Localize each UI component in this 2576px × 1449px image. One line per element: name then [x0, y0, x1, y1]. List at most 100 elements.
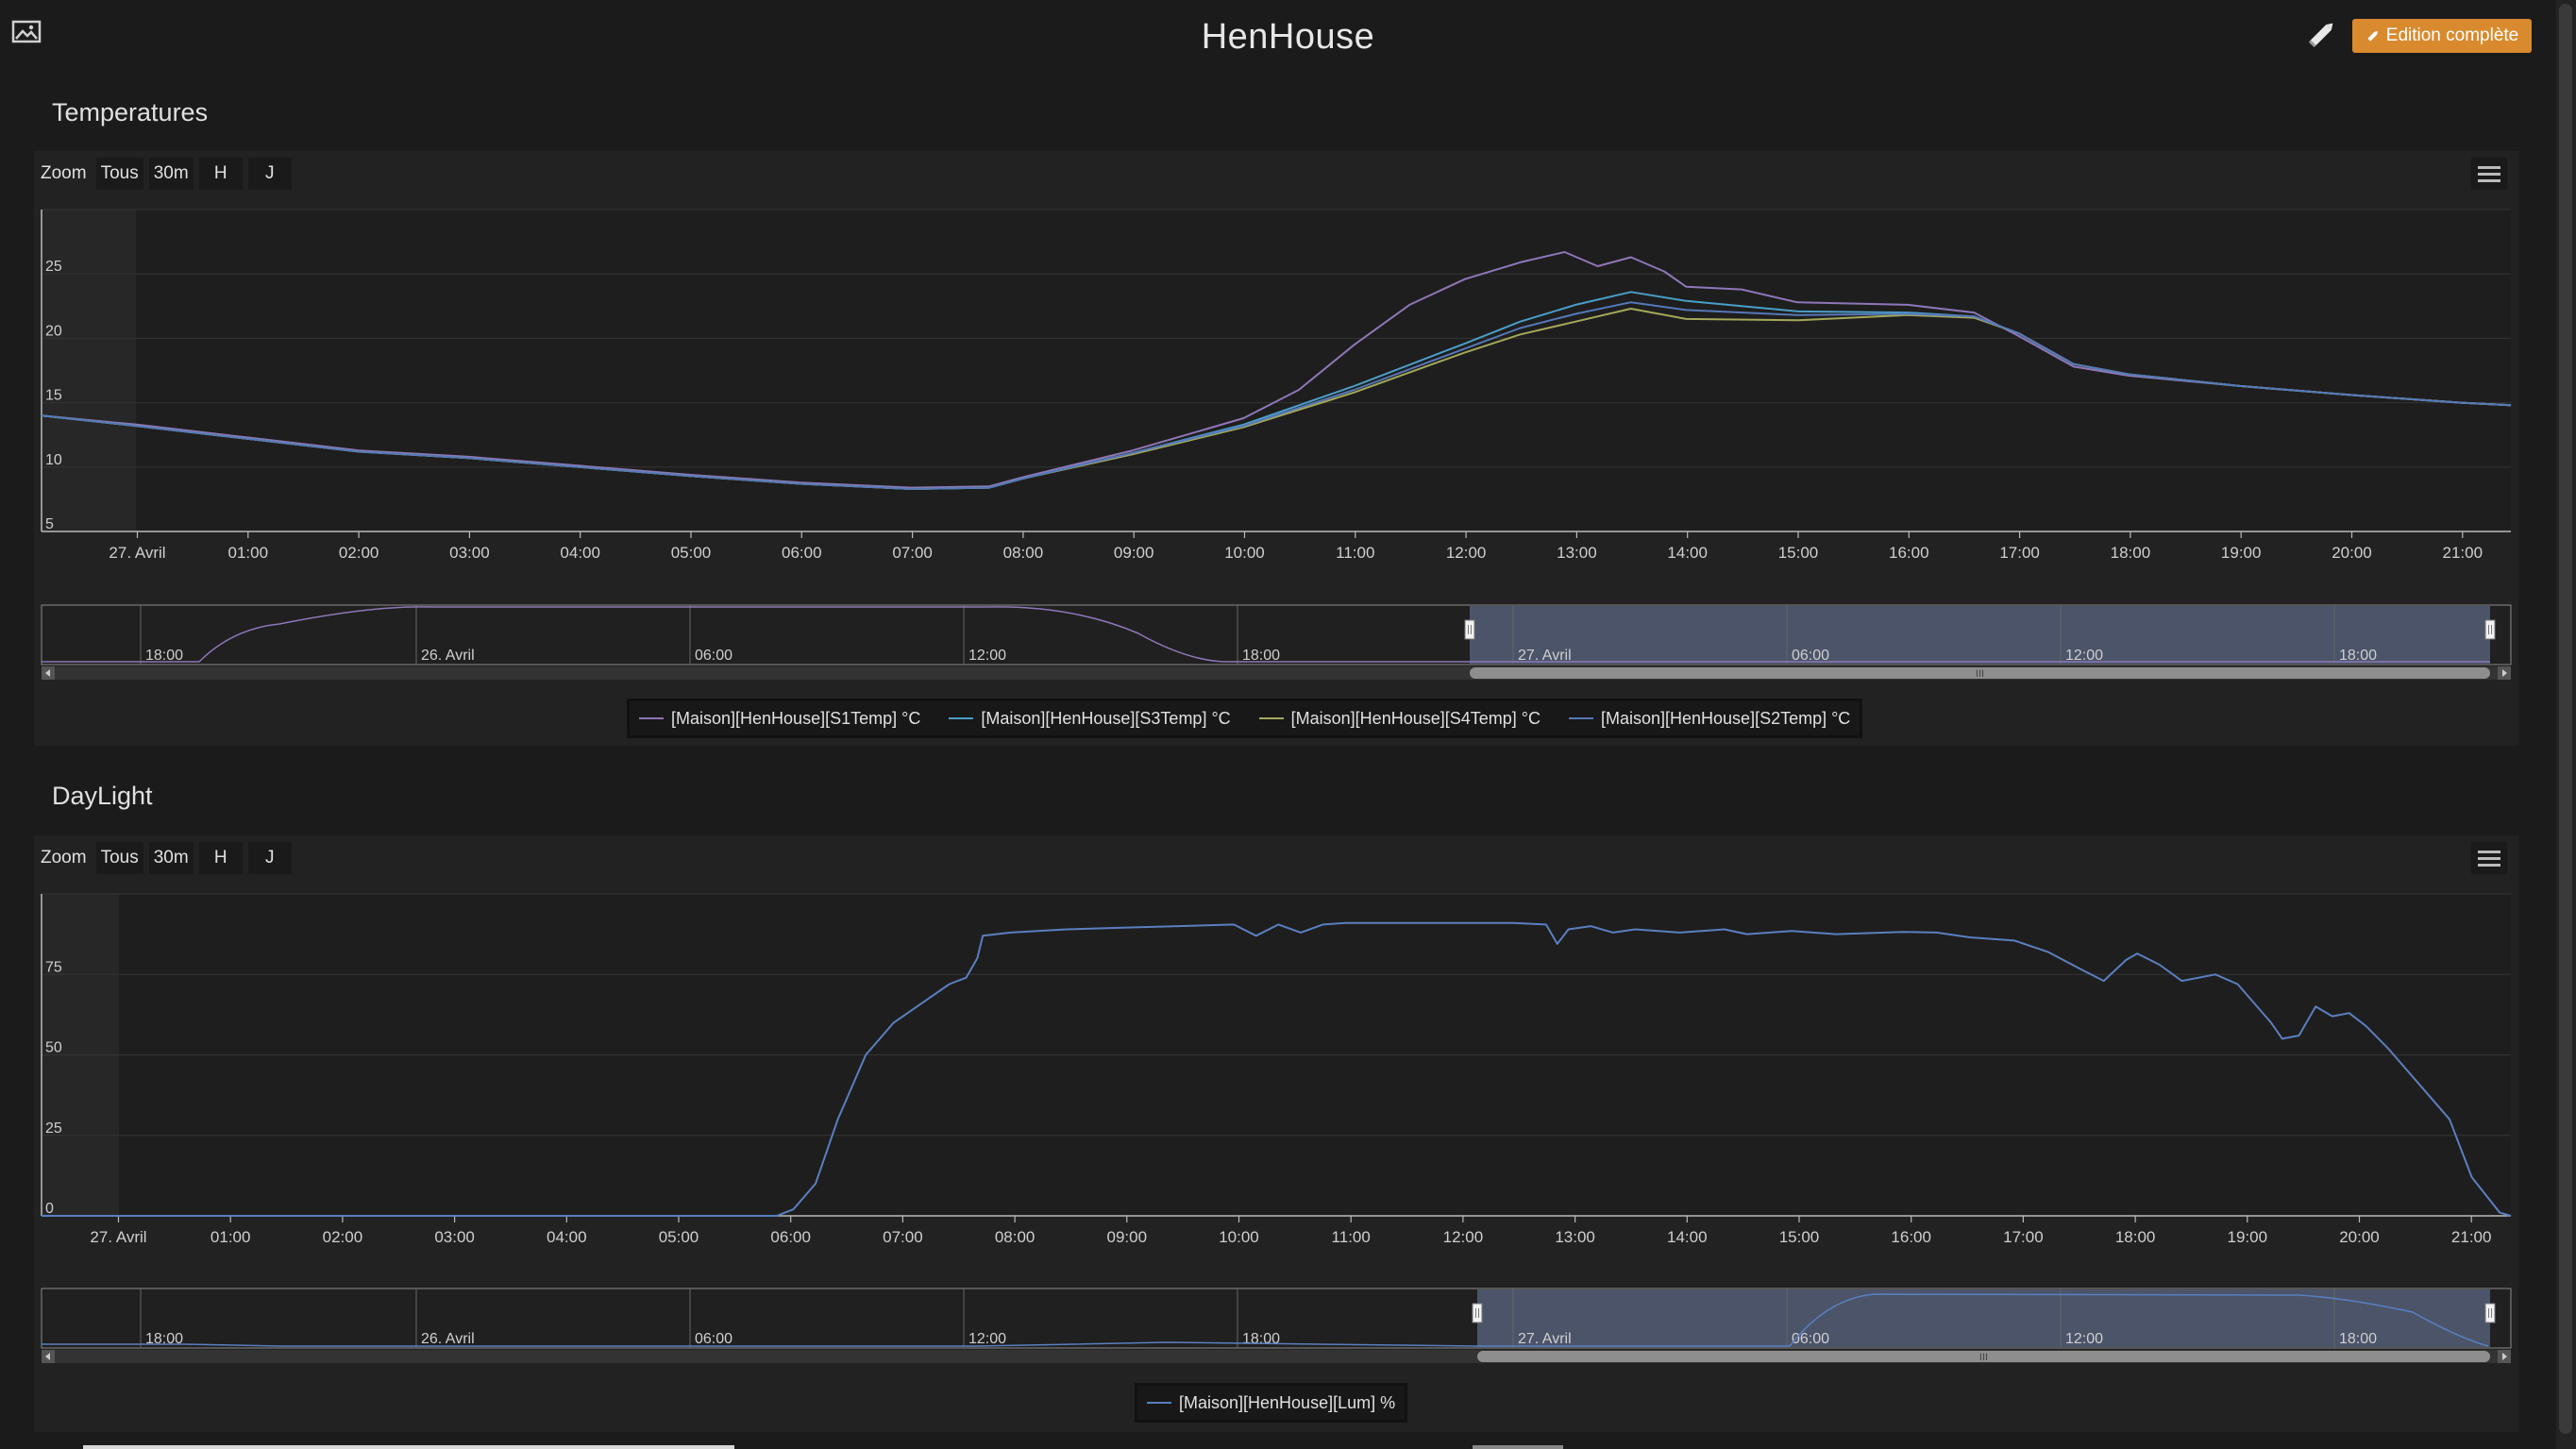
x-tick-label: 06:00 [782, 544, 822, 562]
x-tick-label: 04:00 [560, 544, 600, 562]
navigator-tick-label: 12:00 [968, 1331, 1006, 1347]
navigator-selection[interactable] [1470, 606, 2490, 664]
x-tick-label: 08:00 [995, 1228, 1035, 1246]
temperatures-chart: 5 10 15 20 25 27. Avril 01:00 02:00 03:00 04:00 05… [41, 209, 2512, 680]
x-tick-label: 13:00 [1555, 1228, 1595, 1246]
x-tick-label: 18:00 [2111, 544, 2151, 562]
legend-swatch [949, 717, 974, 719]
x-tick-label: 12:00 [1446, 544, 1487, 562]
navigator-tick-label: 12:00 [968, 648, 1006, 664]
navigator-tick-label: 06:00 [1792, 1331, 1829, 1347]
x-tick-label: 02:00 [339, 544, 379, 562]
navigator-handle[interactable] [1464, 619, 1475, 640]
pencil-icon [2367, 31, 2378, 42]
x-tick-label: 09:00 [1114, 544, 1154, 562]
legend-item[interactable]: [Maison][HenHouse][S4Temp] °C [1258, 708, 1541, 729]
x-tick-label: 01:00 [228, 544, 269, 562]
daylight-chart: 0 25 50 75 27. Avril 01:00 02:00 03:00 04:00 05:0… [41, 893, 2512, 1363]
y-tick-label: 75 [45, 959, 62, 975]
legend-label: [Maison][HenHouse][S2Temp] °C [1600, 708, 1851, 728]
page-scrollbar-thumb[interactable] [2559, 4, 2572, 1434]
legend-item[interactable]: [Maison][HenHouse][S2Temp] °C [1568, 708, 1851, 729]
plot-band [42, 210, 136, 531]
x-tick-label: 07:00 [883, 1228, 923, 1246]
bottom-strip [0, 1442, 2553, 1449]
x-tick-label: 07:00 [892, 544, 933, 562]
y-tick-label: 25 [45, 1120, 62, 1137]
legend-item[interactable]: [Maison][HenHouse][S3Temp] °C [949, 708, 1231, 729]
chart-legend: [Maison][HenHouse][Lum] % [1135, 1383, 1408, 1423]
x-tick-label: 21:00 [2451, 1228, 2492, 1246]
y-tick-label: 5 [45, 516, 54, 532]
x-tick-label: 10:00 [1219, 1228, 1259, 1246]
chart-title-daylight: DayLight [52, 782, 153, 810]
legend-label: [Maison][HenHouse][S4Temp] °C [1290, 708, 1541, 728]
x-tick-label: 19:00 [2228, 1228, 2268, 1246]
x-tick-label: 17:00 [1999, 544, 2040, 562]
full-edit-label: Edition complète [2385, 25, 2519, 45]
x-tick-label: 17:00 [2003, 1228, 2044, 1246]
x-tick-label: 04:00 [547, 1228, 587, 1246]
navigator-tick-label: 27. Avril [1518, 1331, 1572, 1347]
x-tick-label: 18:00 [2115, 1228, 2156, 1246]
legend-label: [Maison][HenHouse][S3Temp] °C [981, 708, 1231, 728]
navigator-handle[interactable] [2484, 619, 2496, 640]
chart-title-temperatures: Temperatures [52, 98, 209, 126]
top-bar: HenHouse Edition complète [0, 0, 2576, 85]
x-tick-label: 10:00 [1224, 544, 1265, 562]
x-tick-label: 14:00 [1667, 544, 1708, 562]
x-tick-label: 20:00 [2332, 544, 2372, 562]
pencil-icon[interactable] [2303, 17, 2341, 51]
navigator-tick-label: 12:00 [2065, 1331, 2103, 1347]
legend-label: [Maison][HenHouse][Lum] % [1179, 1392, 1396, 1412]
x-tick-label: 15:00 [1779, 1228, 1820, 1246]
x-tick-label: 03:00 [449, 544, 490, 562]
x-tick-label: 13:00 [1557, 544, 1597, 562]
navigator-tick-label: 26. Avril [421, 1331, 475, 1347]
navigator-tick-label: 06:00 [695, 648, 732, 664]
x-tick-label: 21:00 [2443, 544, 2483, 562]
daylight-panel: Zoom Tous 30m H J 0 25 50 75 27. Avril 01:00 0… [34, 835, 2518, 1432]
x-tick-label: 16:00 [1891, 1228, 1931, 1246]
x-tick-label: 08:00 [1003, 544, 1044, 562]
x-tick-label: 03:00 [434, 1228, 475, 1246]
full-edit-button[interactable]: Edition complète [2352, 19, 2532, 53]
x-tick-label: 01:00 [210, 1228, 251, 1246]
x-tick-label: 11:00 [1332, 1228, 1371, 1246]
x-tick-label: 06:00 [770, 1228, 811, 1246]
y-tick-label: 15 [45, 388, 62, 404]
y-tick-label: 25 [45, 259, 62, 275]
navigator-handle[interactable] [2484, 1303, 2496, 1323]
plot-area [42, 210, 2511, 531]
legend-item[interactable]: [Maison][HenHouse][Lum] % [1147, 1393, 1395, 1413]
x-tick-label: 19:00 [2221, 544, 2262, 562]
legend-item[interactable]: [Maison][HenHouse][S1Temp] °C [639, 709, 920, 729]
x-tick-label: 27. Avril [109, 544, 165, 562]
legend-label: [Maison][HenHouse][S1Temp] °C [671, 708, 921, 728]
page-title: HenHouse [1201, 17, 1375, 57]
y-tick-label: 50 [45, 1040, 62, 1056]
navigator-scrollbar-grip: III [1976, 668, 1984, 680]
x-tick-label: 02:00 [323, 1228, 363, 1246]
y-tick-label: 10 [45, 452, 62, 468]
navigator-tick-label: 18:00 [1242, 1331, 1280, 1347]
legend-swatch [639, 717, 664, 719]
navigator-handle[interactable] [1472, 1303, 1483, 1323]
legend-swatch [1258, 717, 1284, 719]
x-tick-label: 15:00 [1778, 544, 1819, 562]
x-tick-label: 09:00 [1107, 1228, 1148, 1246]
x-tick-label: 20:00 [2339, 1228, 2380, 1246]
x-tick-label: 14:00 [1667, 1228, 1708, 1246]
x-tick-label: 27. Avril [90, 1228, 146, 1246]
temperatures-panel: Zoom Tous 30m H J 5 10 15 20 25 27. Avril 01:0… [34, 151, 2518, 746]
navigator-scrollbar-grip: III [1979, 1352, 1988, 1363]
legend-swatch [1147, 1402, 1171, 1404]
x-tick-label: 05:00 [659, 1228, 699, 1246]
x-tick-label: 12:00 [1443, 1228, 1484, 1246]
x-tick-label: 05:00 [671, 544, 712, 562]
navigator-tick-label: 06:00 [695, 1331, 732, 1347]
x-tick-label: 11:00 [1336, 544, 1374, 562]
chart-legend: [Maison][HenHouse][S1Temp] °C [Maison][He… [627, 699, 1863, 738]
y-tick-label: 20 [45, 323, 62, 339]
x-tick-label: 16:00 [1889, 544, 1929, 562]
